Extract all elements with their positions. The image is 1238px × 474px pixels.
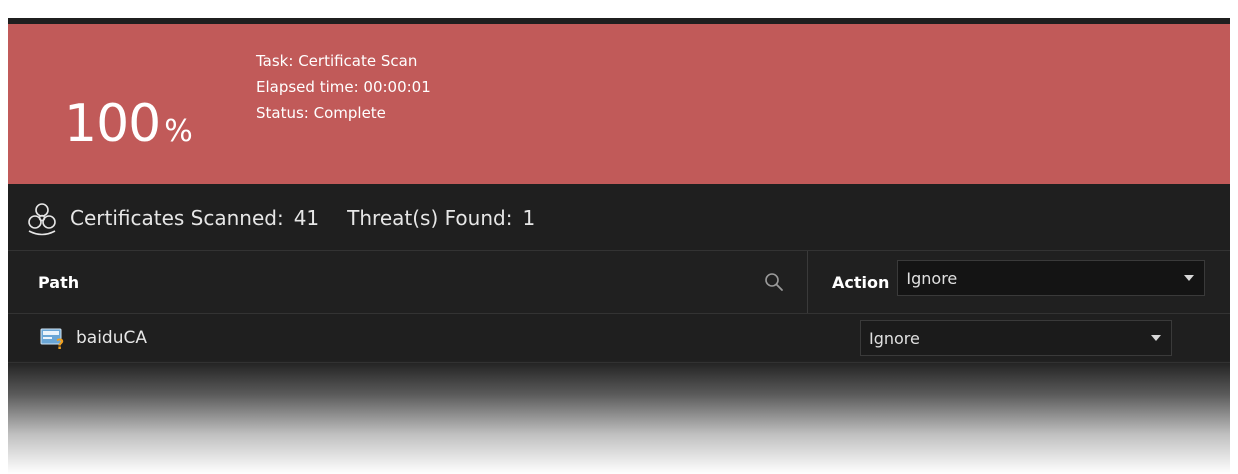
bottom-fade-overlay xyxy=(8,360,1230,474)
apply-all-action-select[interactable]: Ignore xyxy=(897,260,1206,296)
chevron-down-icon xyxy=(1151,335,1161,341)
task-status: Status: Complete xyxy=(256,104,386,122)
threats-table: Path Action Ignore ? baiduCA Ignore xyxy=(8,250,1230,363)
task-name: Task: Certificate Scan xyxy=(256,52,418,70)
biohazard-icon xyxy=(28,203,56,236)
svg-text:?: ? xyxy=(56,337,64,350)
path-column-label: Path xyxy=(38,272,80,292)
chevron-down-icon xyxy=(1184,275,1195,281)
apply-all-action-value: Ignore xyxy=(906,268,958,288)
threats-found-label: Threat(s) Found: xyxy=(347,206,513,230)
certificate-warning-icon: ? xyxy=(40,328,64,350)
progress-percent: 100% xyxy=(64,94,193,160)
certificate-name: baiduCA xyxy=(76,328,147,348)
table-row[interactable]: ? baiduCA Ignore xyxy=(8,314,1230,363)
row-action-value: Ignore xyxy=(869,328,920,348)
threats-found-count: 1 xyxy=(522,206,536,230)
task-info: Task: Certificate Scan Elapsed time: 00:… xyxy=(256,48,431,126)
certificates-scanned-count: 41 xyxy=(293,206,320,230)
path-column-header[interactable]: Path xyxy=(8,251,808,313)
action-column-label: Action xyxy=(832,272,890,292)
elapsed-time: Elapsed time: 00:00:01 xyxy=(256,78,431,96)
progress-banner: 100% Task: Certificate Scan Elapsed time… xyxy=(8,24,1230,184)
certificates-scanned-label: Certificates Scanned: xyxy=(70,206,284,230)
scan-results-window: 100% Task: Certificate Scan Elapsed time… xyxy=(8,18,1230,474)
action-column-header: Action Ignore xyxy=(808,251,1230,313)
search-icon[interactable] xyxy=(763,271,785,293)
progress-percent-symbol: % xyxy=(164,114,192,149)
progress-percent-value: 100 xyxy=(64,94,161,154)
table-header: Path Action Ignore xyxy=(8,250,1230,314)
scan-summary: Certificates Scanned: 41 Threat(s) Found… xyxy=(8,194,1230,242)
row-action-select[interactable]: Ignore xyxy=(860,320,1172,356)
